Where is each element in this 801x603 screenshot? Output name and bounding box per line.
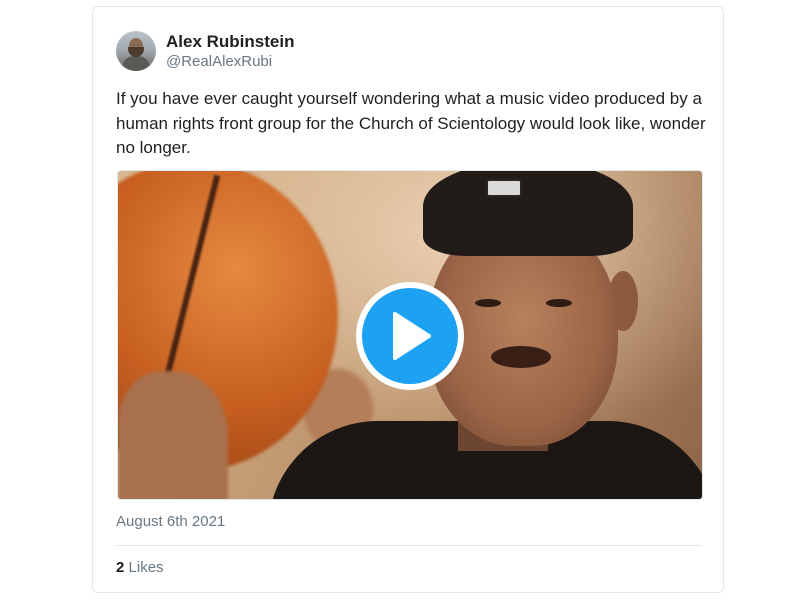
likes-count: 2 <box>116 559 125 576</box>
author-name[interactable]: Alex Rubinstein <box>166 31 294 52</box>
tweet-header: Alex Rubinstein @RealAlexRubi <box>116 30 294 72</box>
tweet-card: Alex Rubinstein @RealAlexRubi If you hav… <box>92 6 724 593</box>
avatar[interactable] <box>116 31 156 71</box>
tweet-date[interactable]: August 6th 2021 <box>116 513 225 530</box>
author-handle[interactable]: @RealAlexRubi <box>166 52 294 71</box>
likes-label: Likes <box>128 559 164 576</box>
tweet-text: If you have ever caught yourself wonderi… <box>116 89 706 157</box>
play-icon[interactable] <box>362 288 458 384</box>
divider <box>116 545 702 546</box>
likes[interactable]: 2 Likes <box>116 559 164 576</box>
user-info: Alex Rubinstein @RealAlexRubi <box>166 31 294 71</box>
play-button[interactable] <box>356 282 464 390</box>
video-player[interactable] <box>117 170 703 500</box>
